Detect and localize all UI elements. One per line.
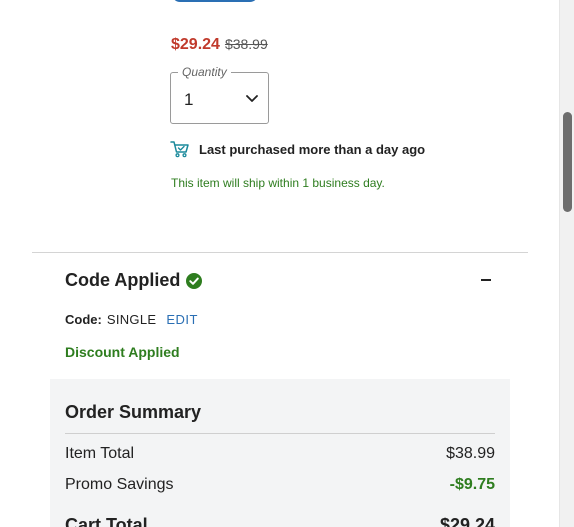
code-value: SINGLE xyxy=(106,312,157,327)
summary-row-value: $38.99 xyxy=(446,445,495,462)
original-price: $38.99 xyxy=(224,36,268,52)
promo-header: Code Applied xyxy=(65,270,203,291)
promo-code-row: Code: SINGLE EDIT xyxy=(65,312,198,327)
discount-applied-text: Discount Applied xyxy=(65,344,180,360)
quantity-label: Quantity xyxy=(178,65,231,79)
scrollbar-thumb[interactable] xyxy=(563,112,572,212)
summary-row-value: -$9.75 xyxy=(449,476,495,493)
quantity-value: 1 xyxy=(184,90,194,109)
last-purchased-row: Last purchased more than a day ago xyxy=(170,140,425,158)
check-circle-icon xyxy=(186,272,203,289)
summary-row-item-total: Item Total $38.99 xyxy=(65,445,495,463)
ship-note: This item will ship within 1 business da… xyxy=(171,176,385,190)
code-label: Code: xyxy=(65,312,102,327)
chevron-down-icon xyxy=(246,95,258,102)
sale-price: $29.24 xyxy=(171,36,220,53)
cart-total-label: Cart Total xyxy=(65,515,148,527)
summary-divider xyxy=(65,433,495,434)
collapse-promo-button[interactable] xyxy=(478,270,494,290)
order-summary: Order Summary Item Total $38.99 Promo Sa… xyxy=(50,379,510,527)
page-scrollbar[interactable] xyxy=(559,0,574,527)
summary-row-promo-savings: Promo Savings -$9.75 xyxy=(65,476,495,494)
price-row: $29.24 $38.99 xyxy=(171,36,268,54)
quantity-select[interactable]: Quantity 1 xyxy=(170,65,269,124)
section-divider xyxy=(32,252,528,253)
edit-code-link[interactable]: EDIT xyxy=(166,312,198,327)
last-purchased-text: Last purchased more than a day ago xyxy=(199,141,426,157)
summary-row-label: Item Total xyxy=(65,445,135,462)
promo-title: Code Applied xyxy=(65,270,181,290)
order-summary-title: Order Summary xyxy=(65,402,202,422)
minus-icon xyxy=(481,279,491,281)
top-button-edge[interactable] xyxy=(172,0,258,2)
summary-row-cart-total: Cart Total $29.24 xyxy=(65,515,495,527)
summary-row-label: Promo Savings xyxy=(65,476,174,493)
cart-check-icon xyxy=(170,141,189,158)
cart-total-value: $29.24 xyxy=(439,515,495,527)
